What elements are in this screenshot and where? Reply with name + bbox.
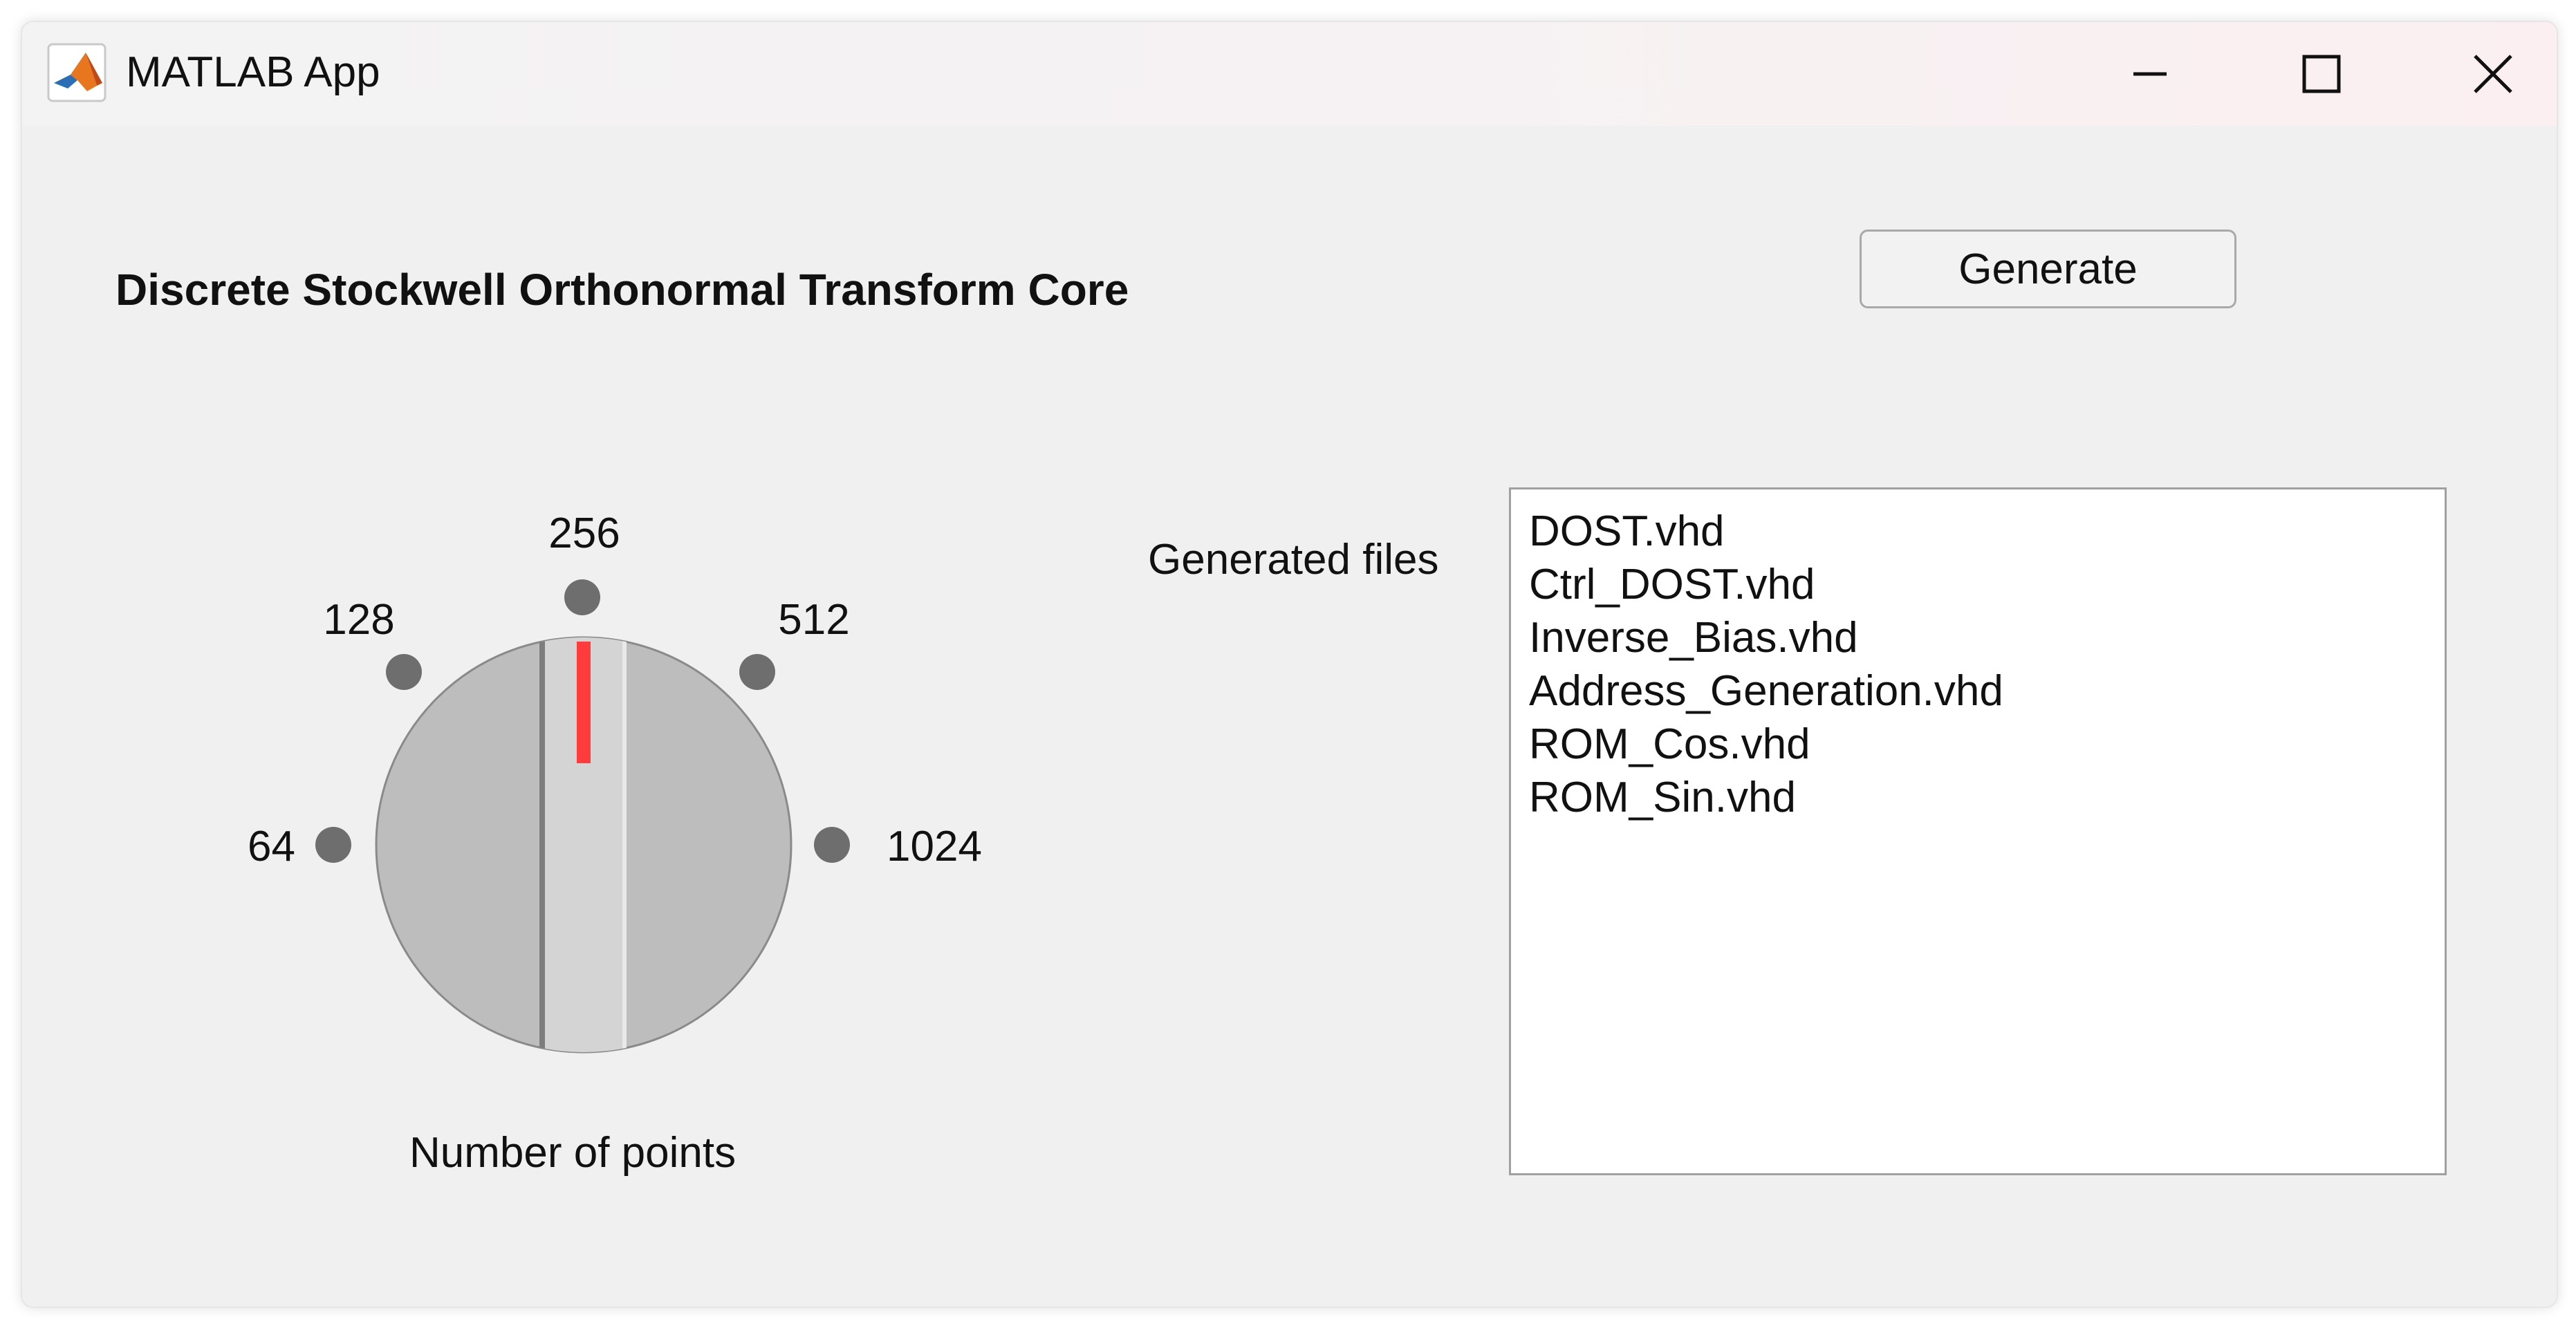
close-button[interactable] xyxy=(2455,36,2531,112)
list-item[interactable]: Address_Generation.vhd xyxy=(1529,664,2445,718)
knob-indicator xyxy=(577,642,591,763)
knob-tick-label-1024: 1024 xyxy=(887,823,982,870)
list-item[interactable]: DOST.vhd xyxy=(1529,505,2445,558)
knob-tick-label-256: 256 xyxy=(548,510,620,557)
list-item[interactable]: ROM_Sin.vhd xyxy=(1529,771,2445,824)
knob-tick-512[interactable] xyxy=(739,654,775,690)
knob-tick-256[interactable] xyxy=(564,579,600,615)
generated-files-list[interactable]: DOST.vhd Ctrl_DOST.vhd Inverse_Bias.vhd … xyxy=(1509,487,2447,1175)
app-window: MATLAB App Discrete Stockwell Orthonorma… xyxy=(21,21,2558,1308)
knob-tick-label-128: 128 xyxy=(323,596,394,644)
panel-title: Discrete Stockwell Orthonormal Transform… xyxy=(115,265,1129,315)
list-item[interactable]: Inverse_Bias.vhd xyxy=(1529,611,2445,664)
generated-files-label: Generated files xyxy=(1148,536,1439,583)
minimize-button[interactable] xyxy=(2112,36,2188,112)
list-item[interactable]: Ctrl_DOST.vhd xyxy=(1529,558,2445,611)
knob-tick-label-64: 64 xyxy=(248,823,295,870)
knob-tick-128[interactable] xyxy=(386,654,422,690)
matlab-logo-icon xyxy=(47,43,106,102)
minimize-icon xyxy=(2133,72,2167,76)
number-of-points-knob[interactable]: 64 128 256 512 1024 xyxy=(195,478,1025,1170)
knob-tick-label-512: 512 xyxy=(778,596,849,644)
generate-button[interactable]: Generate xyxy=(1860,230,2236,308)
maximize-button[interactable] xyxy=(2283,36,2360,112)
title-bar[interactable]: MATLAB App xyxy=(22,22,2557,126)
knob-tick-1024[interactable] xyxy=(814,827,850,863)
list-item[interactable]: ROM_Cos.vhd xyxy=(1529,718,2445,771)
close-icon xyxy=(2474,55,2512,93)
window-title: MATLAB App xyxy=(126,48,380,96)
knob-tick-64[interactable] xyxy=(315,827,351,863)
knob-caption: Number of points xyxy=(409,1129,736,1177)
maximize-icon xyxy=(2302,55,2341,93)
